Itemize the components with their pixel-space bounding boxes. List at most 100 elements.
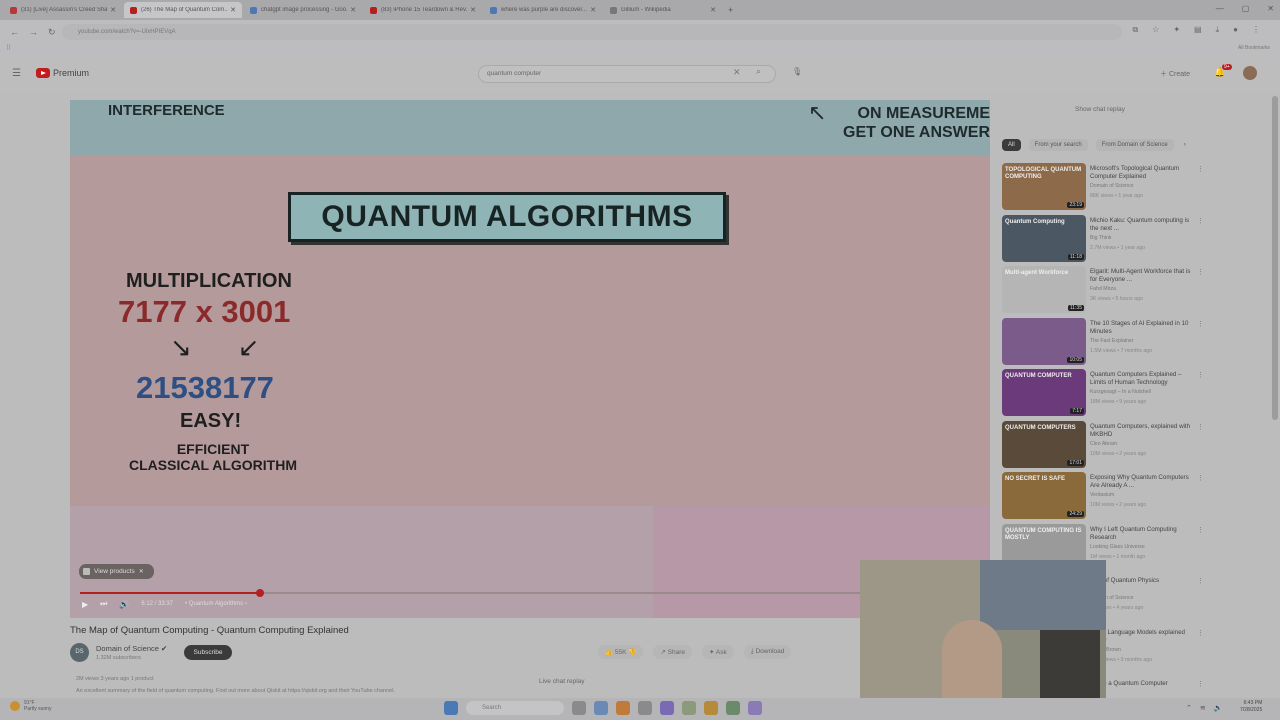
taskbar-search[interactable]: Search [466,701,564,715]
filter-chip[interactable]: All [1002,139,1021,151]
channel-name[interactable]: Domain of Science ✔ [96,644,167,653]
search-icon[interactable]: ⌕ [756,66,761,77]
browser-tab[interactable]: (26) The Map of Quantum Com... ✕ [124,2,242,18]
wifi-icon[interactable]: ≋ [1200,704,1206,712]
more-options-icon[interactable]: ⋮ [1197,371,1204,379]
tab-close-icon[interactable]: ✕ [230,6,236,14]
video-player[interactable]: INTERFERENCE ↖ ON MEASUREME GET ONE ANSW… [70,100,990,618]
settings-icon[interactable] [748,701,762,715]
weather-widget[interactable]: 91°F Partly sunny [10,700,52,712]
more-options-icon[interactable]: ⋮ [1197,474,1204,482]
channel-avatar[interactable]: DS [70,643,89,662]
store-icon[interactable] [638,701,652,715]
recommendation-item[interactable]: NO SECRET IS SAFE 24:29 Exposing Why Quant… [1002,472,1212,524]
more-options-icon[interactable]: ⋮ [1197,165,1204,173]
recommendation-title[interactable]: Elgarit: Multi-Agent Workforce that is f… [1090,268,1196,284]
video-thumbnail[interactable]: TOPOLOGICAL QUANTUM COMPUTING 23:19 [1002,163,1086,210]
recommendation-title[interactable]: Quantum Computers, explained with MKBHD [1090,423,1196,439]
tab-close-icon[interactable]: ✕ [350,6,356,14]
recommendation-channel[interactable]: Looking Glass Universe [1090,544,1145,550]
chrome-icon[interactable] [616,701,630,715]
more-options-icon[interactable]: ⋮ [1197,268,1204,276]
scrubber-handle[interactable] [256,589,264,597]
create-button[interactable]: ＋ Create [1160,69,1190,79]
recommendation-title[interactable]: Quantum Computers Explained – Limits of … [1090,371,1196,387]
star-icon[interactable]: ☆ [1152,25,1159,35]
apps-icon[interactable]: ⠿ [6,44,11,52]
filter-chip[interactable]: From your search [1028,139,1088,151]
reload-icon[interactable]: ↻ [48,27,56,38]
chevron-up-icon[interactable]: ⌃ [1186,704,1192,712]
more-options-icon[interactable]: ⋮ [1197,526,1204,534]
extensions-icon[interactable]: ✦ [1173,25,1180,35]
like-button[interactable]: 👍 55K 👎 [598,645,644,659]
video-thumbnail[interactable]: Multi-agent Workforce 11:35 [1002,266,1086,313]
more-options-icon[interactable]: ⋮ [1197,423,1204,431]
filter-chip[interactable]: From Domain of Science [1095,139,1174,151]
more-options-icon[interactable]: ⋮ [1197,629,1204,637]
recommendation-channel[interactable]: The Fast Explainer [1090,338,1134,344]
more-options-icon[interactable]: ⋮ [1197,320,1204,328]
video-thumbnail[interactable]: QUANTUM COMPUTER 7:17 [1002,369,1086,416]
recommendation-item[interactable]: Quantum Computing 11:18 Michio Kaku: Quant… [1002,214,1212,267]
folder-icon[interactable] [704,701,718,715]
more-options-icon[interactable]: ⋮ [1197,577,1204,585]
recommendation-channel[interactable]: Big Think [1090,235,1112,241]
video-thumbnail[interactable]: NO SECRET IS SAFE 24:29 [1002,472,1086,519]
recommendation-channel[interactable]: Fahd Mirza [1090,286,1116,292]
ask-button[interactable]: ✦ Ask [702,645,734,659]
share-button[interactable]: ↗ Share [653,645,693,659]
more-options-icon[interactable]: ⋮ [1197,217,1204,225]
download-icon[interactable]: ⤓ [1216,25,1220,35]
recommendation-channel[interactable]: Cleo Abram [1090,441,1117,447]
browser-tab[interactable]: chatgpt image processing - Goo... ✕ [244,2,362,18]
recommendation-channel[interactable]: Veritasium [1090,492,1114,498]
all-bookmarks[interactable]: All Bookmarks [1238,45,1270,51]
play-icon[interactable]: ▶ [82,600,88,609]
browser-tab[interactable]: where was purple are discover... ✕ [484,2,602,18]
app-icon[interactable] [660,701,674,715]
recommendation-item[interactable]: QUANTUM COMPUTERS 17:01 Quantum Computers,… [1002,420,1212,473]
profile-icon[interactable]: ● [1233,25,1238,35]
video-description[interactable]: An excellent summary of the field of qua… [76,688,516,694]
browser-tab[interactable]: (31) [Live] Assassin's Creed Sha... ✕ [4,2,122,18]
recommendation-item[interactable]: TOPOLOGICAL QUANTUM COMPUTING 23:19 Micros… [1002,163,1212,215]
subscribe-button[interactable]: Subscribe [184,645,232,660]
terminal-icon[interactable] [726,701,740,715]
windows-start-icon[interactable] [444,701,458,715]
recommendation-item[interactable]: 10:05 The 10 Stages of AI Explained in 10… [1002,317,1212,370]
close-icon[interactable]: ✕ [1267,4,1274,13]
user-avatar[interactable] [1243,66,1257,80]
clear-search-icon[interactable]: ✕ [733,67,741,78]
hamburger-menu-icon[interactable]: ☰ [12,68,21,79]
maximize-icon[interactable]: ▢ [1242,4,1250,13]
recommendation-title[interactable]: Microsoft's Topological Quantum Computer… [1090,165,1196,181]
live-chat-replay[interactable]: Live chat replay [539,678,585,685]
next-icon[interactable]: ⏭ [100,599,107,609]
tab-close-icon[interactable]: ✕ [470,6,476,14]
tab-close-icon[interactable]: ✕ [590,6,596,14]
show-chat-replay-button[interactable]: Show chat replay [1075,106,1125,113]
video-thumbnail[interactable]: QUANTUM COMPUTERS 17:01 [1002,420,1086,468]
task-view-icon[interactable] [572,701,586,715]
recommendation-channel[interactable]: Domain of Science [1090,183,1134,189]
microphone-icon[interactable]: 🎙 [792,67,802,76]
recommendation-title[interactable]: Michio Kaku: Quantum computing is the ne… [1090,217,1196,233]
cast-icon[interactable]: ⧉ [1132,25,1138,35]
thumbs-down-icon[interactable]: 👎 [628,649,636,656]
view-products-button[interactable]: View products ✕ [79,564,154,579]
more-options-icon[interactable]: ⋮ [1197,680,1204,688]
video-thumbnail[interactable]: Quantum Computing 11:18 [1002,214,1086,262]
tab-close-icon[interactable]: ✕ [710,6,716,14]
browser-tab[interactable]: (83) iPhone 15 Teardown & Rev... ✕ [364,2,482,18]
chips-next-icon[interactable]: › [1182,139,1188,151]
progress-bar[interactable] [80,589,980,597]
notepad-icon[interactable] [682,701,696,715]
search-input[interactable]: quantum computer [478,65,776,83]
back-icon[interactable]: ← [10,27,19,37]
speaker-icon[interactable]: 🔈 [1214,704,1223,712]
recommendation-item[interactable]: QUANTUM COMPUTER 7:17 Quantum Computers Ex… [1002,369,1212,421]
tab-close-icon[interactable]: ✕ [110,6,116,14]
forward-icon[interactable]: → [29,27,38,37]
recommendation-channel[interactable]: Kurzgesagt – In a Nutshell [1090,389,1151,395]
